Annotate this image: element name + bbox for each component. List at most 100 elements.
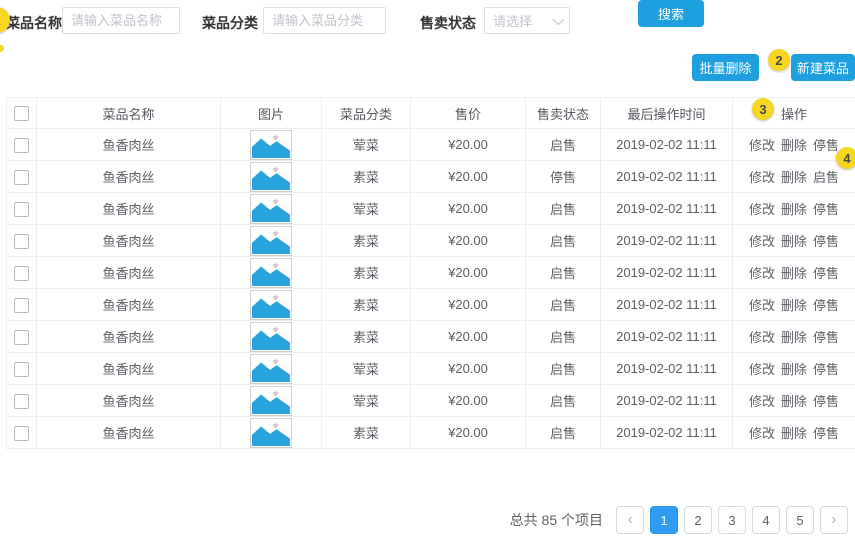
row-checkbox[interactable]: [14, 170, 29, 185]
action-toggle-sale-link[interactable]: 停售: [813, 330, 839, 345]
toolbar: 批量删除 新建菜品: [0, 48, 855, 88]
row-checkbox[interactable]: [14, 266, 29, 281]
row-select-cell: [7, 417, 37, 449]
dish-name-cell: 鱼香肉丝: [37, 129, 221, 161]
dish-name-cell: 鱼香肉丝: [37, 161, 221, 193]
pagination-page-5[interactable]: 5: [786, 506, 814, 534]
row-actions-cell: 修改删除启售: [733, 161, 855, 193]
action-delete-link[interactable]: 删除: [781, 330, 807, 345]
filter-bar: 菜品名称 菜品分类 售卖状态 请选择 搜索: [0, 0, 855, 44]
dish-category-cell: 素菜: [322, 225, 411, 257]
dish-price-cell: ¥20.00: [411, 321, 526, 353]
row-select-cell: [7, 225, 37, 257]
row-select-cell: [7, 321, 37, 353]
row-checkbox[interactable]: [14, 234, 29, 249]
action-toggle-sale-link[interactable]: 停售: [813, 298, 839, 313]
row-checkbox[interactable]: [14, 394, 29, 409]
dish-status-cell: 启售: [526, 353, 601, 385]
row-checkbox[interactable]: [14, 330, 29, 345]
dish-name-input[interactable]: [62, 7, 180, 34]
pagination-page-2[interactable]: 2: [684, 506, 712, 534]
action-edit-link[interactable]: 修改: [749, 138, 775, 153]
dish-category-input[interactable]: [263, 7, 386, 34]
pagination-next-button[interactable]: ›: [820, 506, 848, 534]
action-delete-link[interactable]: 删除: [781, 426, 807, 441]
dish-status-cell: 启售: [526, 193, 601, 225]
action-delete-link[interactable]: 删除: [781, 170, 807, 185]
pagination-page-3[interactable]: 3: [718, 506, 746, 534]
action-toggle-sale-link[interactable]: 停售: [813, 362, 839, 377]
dish-name-label: 菜品名称: [6, 13, 62, 33]
dish-category-label: 菜品分类: [202, 13, 258, 33]
action-edit-link[interactable]: 修改: [749, 266, 775, 281]
action-edit-link[interactable]: 修改: [749, 394, 775, 409]
action-delete-link[interactable]: 删除: [781, 234, 807, 249]
table-row: 鱼香肉丝 荤菜 ¥20.00 启售 2019-02-02 11:11 修改删除停…: [7, 129, 855, 161]
batch-delete-button[interactable]: 批量删除: [692, 54, 759, 81]
action-delete-link[interactable]: 删除: [781, 362, 807, 377]
action-edit-link[interactable]: 修改: [749, 362, 775, 377]
action-toggle-sale-link[interactable]: 停售: [813, 138, 839, 153]
dish-image-icon: [250, 322, 292, 352]
last-operate-time-cell: 2019-02-02 11:11: [601, 353, 733, 385]
action-delete-link[interactable]: 删除: [781, 202, 807, 217]
row-select-cell: [7, 129, 37, 161]
dish-image-icon: [250, 386, 292, 416]
action-toggle-sale-link[interactable]: 启售: [813, 170, 839, 185]
action-edit-link[interactable]: 修改: [749, 234, 775, 249]
last-operate-time-cell: 2019-02-02 11:11: [601, 225, 733, 257]
sale-status-label: 售卖状态: [420, 13, 476, 33]
action-toggle-sale-link[interactable]: 停售: [813, 394, 839, 409]
row-actions-cell: 修改删除停售: [733, 353, 855, 385]
dish-image-icon: [250, 354, 292, 384]
select-all-checkbox[interactable]: [14, 106, 29, 121]
new-dish-button[interactable]: 新建菜品: [791, 54, 855, 81]
table-row: 鱼香肉丝 素菜 ¥20.00 启售 2019-02-02 11:11 修改删除停…: [7, 225, 855, 257]
dish-image-cell: [221, 353, 322, 385]
action-edit-link[interactable]: 修改: [749, 298, 775, 313]
chevron-right-icon: ›: [831, 511, 836, 529]
last-operate-time-cell: 2019-02-02 11:11: [601, 417, 733, 449]
dish-image-cell: [221, 289, 322, 321]
action-delete-link[interactable]: 删除: [781, 138, 807, 153]
action-delete-link[interactable]: 删除: [781, 266, 807, 281]
dish-image-cell: [221, 193, 322, 225]
chevron-down-icon: [553, 13, 564, 24]
dish-price-cell: ¥20.00: [411, 385, 526, 417]
search-button[interactable]: 搜索: [638, 0, 704, 27]
header-last-time: 最后操作时间: [601, 98, 733, 129]
action-edit-link[interactable]: 修改: [749, 330, 775, 345]
action-delete-link[interactable]: 删除: [781, 298, 807, 313]
row-checkbox[interactable]: [14, 202, 29, 217]
last-operate-time-cell: 2019-02-02 11:11: [601, 161, 733, 193]
action-toggle-sale-link[interactable]: 停售: [813, 234, 839, 249]
action-toggle-sale-link[interactable]: 停售: [813, 426, 839, 441]
action-delete-link[interactable]: 删除: [781, 394, 807, 409]
action-edit-link[interactable]: 修改: [749, 202, 775, 217]
row-checkbox[interactable]: [14, 138, 29, 153]
last-operate-time-cell: 2019-02-02 11:11: [601, 129, 733, 161]
header-status: 售卖状态: [526, 98, 601, 129]
row-checkbox[interactable]: [14, 298, 29, 313]
action-edit-link[interactable]: 修改: [749, 170, 775, 185]
table-row: 鱼香肉丝 素菜 ¥20.00 启售 2019-02-02 11:11 修改删除停…: [7, 257, 855, 289]
dish-status-cell: 启售: [526, 417, 601, 449]
action-toggle-sale-link[interactable]: 停售: [813, 266, 839, 281]
dish-name-cell: 鱼香肉丝: [37, 353, 221, 385]
pagination-page-1[interactable]: 1: [650, 506, 678, 534]
row-checkbox[interactable]: [14, 426, 29, 441]
dish-image-cell: [221, 257, 322, 289]
row-select-cell: [7, 353, 37, 385]
pagination-prev-button[interactable]: ‹: [616, 506, 644, 534]
action-edit-link[interactable]: 修改: [749, 426, 775, 441]
action-toggle-sale-link[interactable]: 停售: [813, 202, 839, 217]
row-checkbox[interactable]: [14, 362, 29, 377]
pagination: 总共 85 个项目 ‹ 12345 ›: [510, 505, 851, 535]
row-actions-cell: 修改删除停售: [733, 385, 855, 417]
dish-image-icon: [250, 290, 292, 320]
annotation-2: 2: [768, 49, 790, 71]
table-body: 鱼香肉丝 荤菜 ¥20.00 启售 2019-02-02 11:11 修改删除停…: [7, 129, 855, 449]
sale-status-select[interactable]: 请选择: [484, 7, 570, 34]
pagination-page-4[interactable]: 4: [752, 506, 780, 534]
dish-category-cell: 素菜: [322, 161, 411, 193]
